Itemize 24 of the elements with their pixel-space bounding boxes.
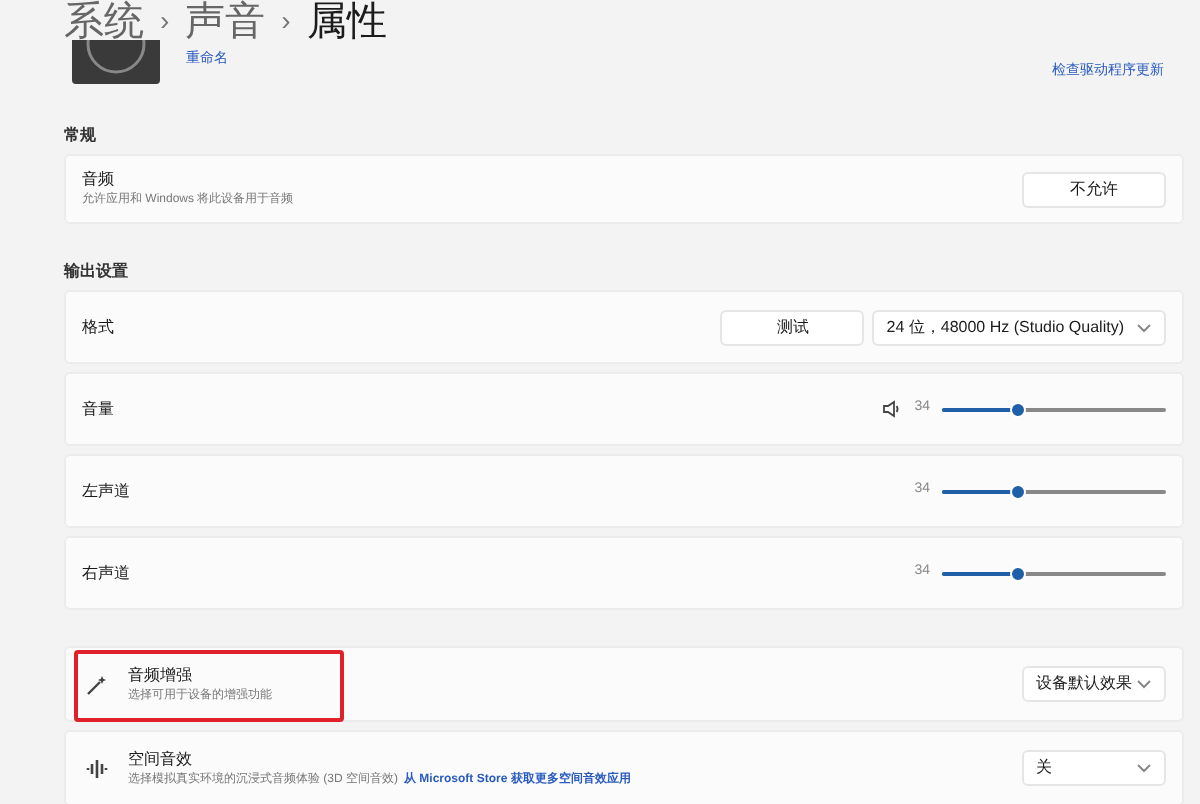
chevron-down-icon <box>1136 319 1152 335</box>
section-heading: 输出设置 <box>64 260 130 284</box>
breadcrumb-link[interactable]: 系统 <box>64 0 144 43</box>
effect-dropdown[interactable]: 关 <box>1022 750 1166 786</box>
setting-title: 格式 <box>82 315 114 339</box>
setting-title: 音频增强 <box>128 663 194 687</box>
setting-title: 音频 <box>82 168 116 192</box>
chevron-down-icon <box>1136 760 1152 776</box>
device-image-icon <box>72 40 160 84</box>
setting-title: 音量 <box>82 397 114 421</box>
setting-title: 空间音效 <box>128 747 194 771</box>
magic-wand-icon <box>86 673 108 695</box>
section-heading: 常规 <box>64 124 98 148</box>
chevron-down-icon <box>1136 676 1152 692</box>
breadcrumb-separator: › <box>160 2 170 40</box>
setting-title: 右声道 <box>82 561 130 585</box>
breadcrumb-separator: › <box>281 2 291 40</box>
effect-dropdown[interactable]: 设备默认效果 <box>1022 666 1166 702</box>
setting-title: 左声道 <box>82 479 130 503</box>
format-dropdown[interactable]: 24 位，48000 Hz (Studio Quality) <box>872 309 1166 345</box>
page-title: 属性 <box>306 0 387 43</box>
test-button[interactable]: 测试 <box>720 309 865 345</box>
sound-wave-icon <box>86 757 108 779</box>
disallow-button[interactable]: 不允许 <box>1022 171 1166 207</box>
